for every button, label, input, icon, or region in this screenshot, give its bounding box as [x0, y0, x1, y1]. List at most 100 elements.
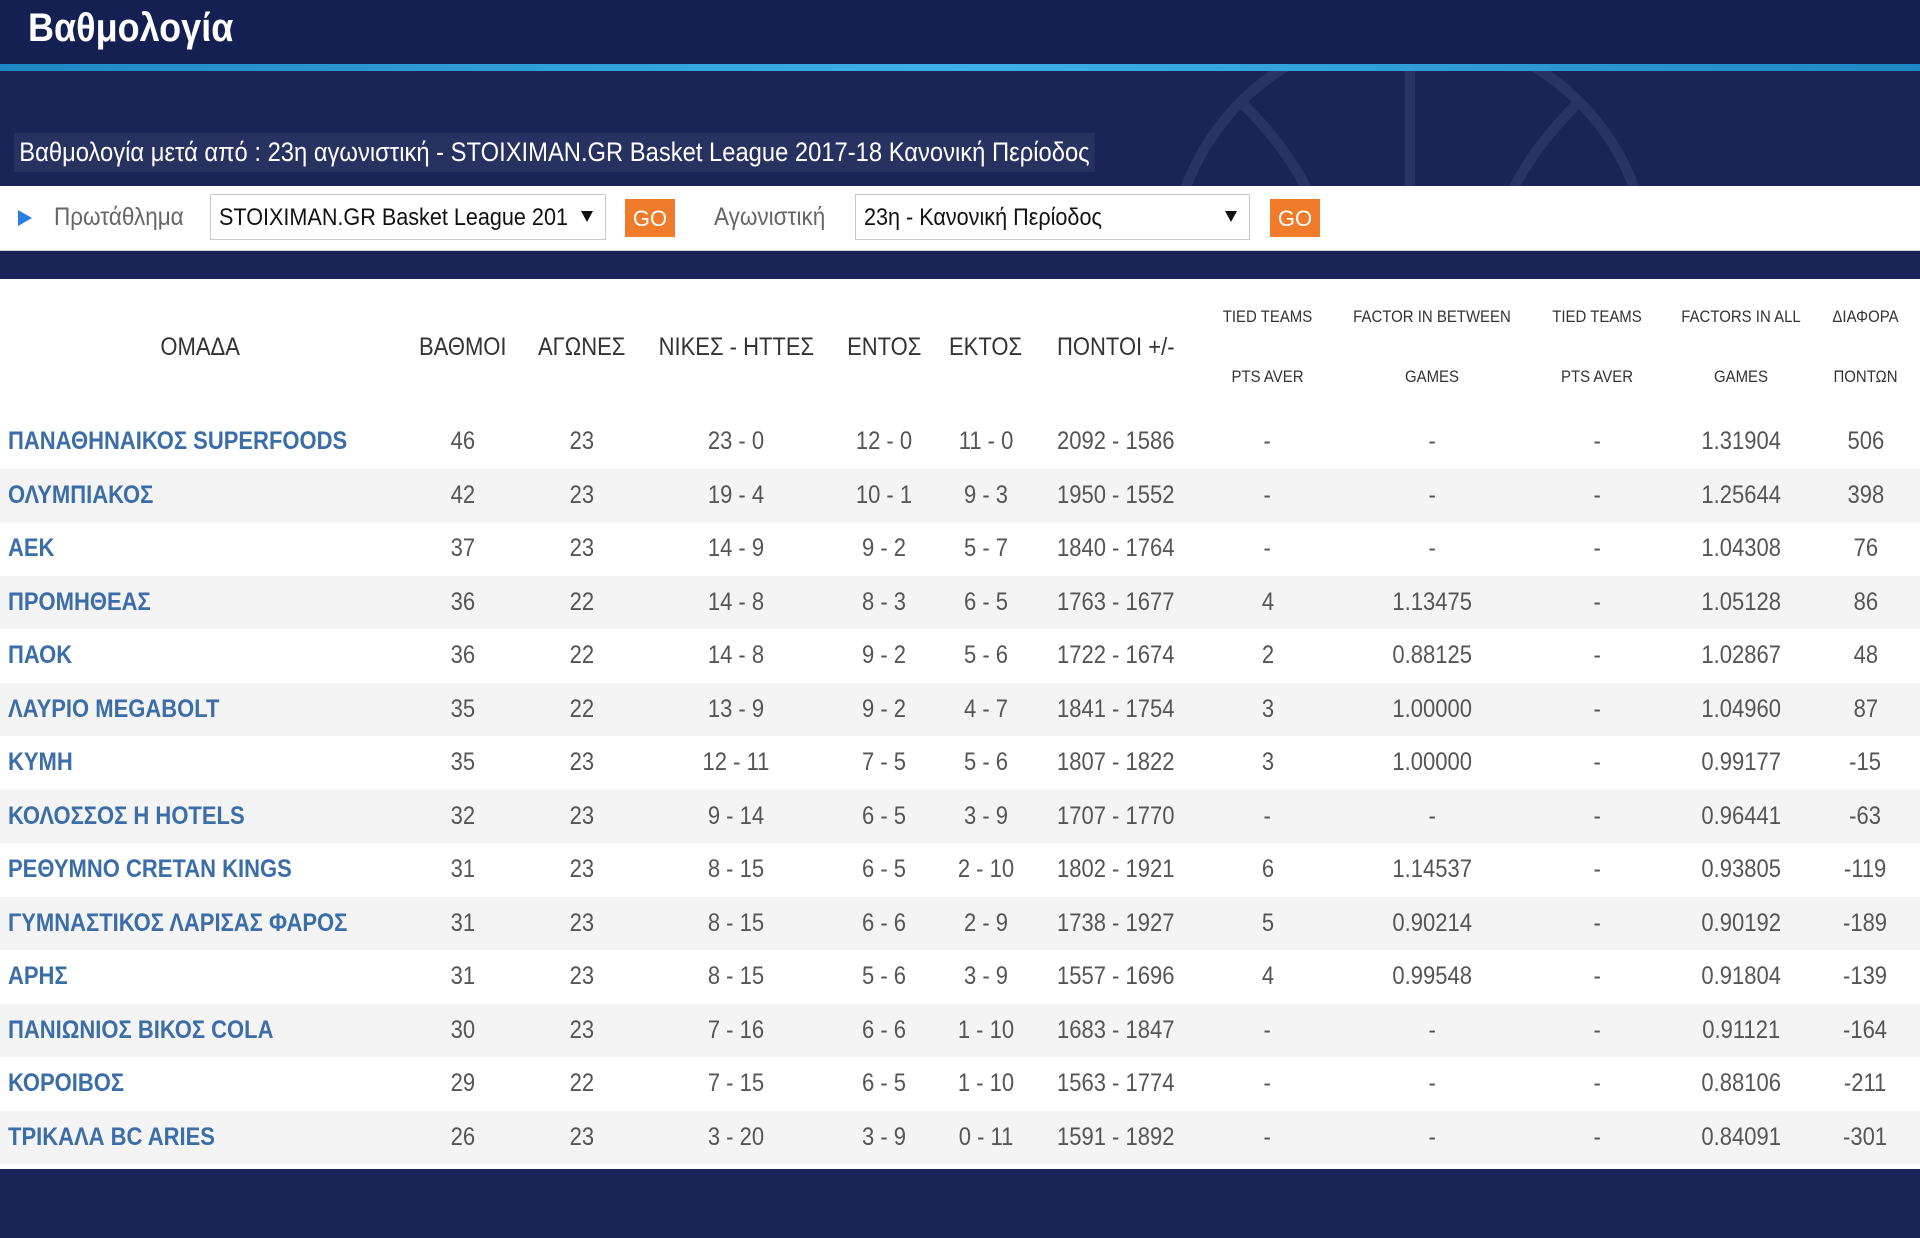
cell-value: 23	[569, 855, 595, 884]
cell-games: 22	[526, 576, 638, 630]
team-link[interactable]: ΚΥΜΗ	[8, 748, 73, 777]
col-header-team: ΟΜΑΔΑ	[160, 332, 240, 361]
cell-value: 1.00000	[1392, 694, 1472, 723]
cell-value: 2	[1261, 641, 1274, 670]
cell-games: 23	[526, 469, 638, 523]
cell-tied-teams-2: -	[1523, 522, 1671, 576]
team-link[interactable]: ΠΑΝΑΘΗΝΑΙΚΟΣ SUPERFOODS	[8, 427, 347, 456]
cell-games: 23	[526, 843, 638, 897]
cell-value: 6 - 5	[861, 1069, 907, 1098]
cell-games: 23	[526, 1004, 638, 1058]
cell-value: 13 - 9	[707, 694, 765, 723]
cell-value: 1.05128	[1701, 587, 1781, 616]
cell-away: 1 - 10	[934, 1057, 1038, 1111]
cell-value: 1.13475	[1392, 587, 1472, 616]
cell-score: 1840 - 1764	[1038, 522, 1194, 576]
cell-home: 8 - 3	[834, 576, 934, 630]
cell-value: -139	[1843, 962, 1888, 991]
cell-value: -	[1593, 480, 1601, 509]
cell-value: 23	[569, 534, 595, 563]
cell-value: 23	[569, 908, 595, 937]
cell-value: 0.91121	[1702, 1015, 1780, 1044]
cell-value: 506	[1847, 427, 1884, 456]
cell-value: 5 - 7	[963, 534, 1009, 563]
cell-away: 6 - 5	[934, 576, 1038, 630]
cell-points: 26	[400, 1111, 526, 1165]
team-link[interactable]: ΑΡΗΣ	[8, 962, 68, 991]
col-header-score: ΠΟΝΤΟΙ +/-	[1057, 332, 1175, 361]
cell-value: 1738 - 1927	[1057, 908, 1175, 937]
cell-value: 1683 - 1847	[1057, 1015, 1175, 1044]
cell-value: 1840 - 1764	[1057, 534, 1175, 563]
table-row: ΚΟΡΟΙΒΟΣ 29 22 7 - 15 6 - 5 1 - 10 1563 - 1774…	[0, 1057, 1920, 1111]
cell-value: 32	[450, 801, 476, 830]
cell-score: 1841 - 1754	[1038, 683, 1194, 737]
team-link[interactable]: ΚΟΛΟΣΣΟΣ H HOTELS	[8, 802, 245, 831]
standings-subtitle: Βαθμολογία μετά από : 23η αγωνιστική - S…	[14, 133, 1095, 172]
cell-value: 35	[450, 694, 476, 723]
round-select[interactable]: 23η - Κανονική Περίοδος	[855, 194, 1250, 240]
cell-factors-all: 0.91121	[1671, 1004, 1811, 1058]
cell-value: 9 - 2	[861, 641, 907, 670]
cell-value: 0.88125	[1392, 641, 1472, 670]
cell-factors-all: 0.90192	[1671, 897, 1811, 951]
cell-value: 3	[1261, 748, 1274, 777]
cell-factor-between: -	[1341, 522, 1523, 576]
cell-score: 1683 - 1847	[1038, 1004, 1194, 1058]
team-link[interactable]: ΡΕΘΥΜΝΟ CRETAN KINGS	[8, 855, 292, 884]
col-header-factor-between: FACTOR IN BETWEEN GAMES	[1353, 307, 1511, 386]
cell-value: 7 - 16	[707, 1015, 765, 1044]
cell-score: 1707 - 1770	[1038, 790, 1194, 844]
cell-value: 1722 - 1674	[1057, 641, 1175, 670]
championship-go-button[interactable]: GO	[625, 199, 675, 237]
team-link[interactable]: ΟΛΥΜΠΙΑΚΟΣ	[8, 481, 153, 510]
cell-factors-all: 1.25644	[1671, 469, 1811, 523]
cell-value: 35	[450, 748, 476, 777]
cell-team: ΚΟΛΟΣΣΟΣ H HOTELS	[0, 790, 400, 844]
cell-value: 3 - 9	[963, 962, 1009, 991]
cell-point-diff: -164	[1811, 1004, 1920, 1058]
cell-value: 36	[450, 587, 476, 616]
col-header-tied-teams-1: TIED TEAMS PTS AVER	[1222, 307, 1313, 386]
cell-value: -	[1593, 801, 1601, 830]
cell-score: 2092 - 1586	[1038, 415, 1194, 469]
cell-factors-all: 0.91804	[1671, 950, 1811, 1004]
team-link[interactable]: ΠΑΝΙΩΝΙΟΣ ΒΙΚΟΣ COLA	[8, 1016, 273, 1045]
cell-wins-losses: 23 - 0	[638, 415, 834, 469]
cell-away: 2 - 9	[934, 897, 1038, 951]
cell-value: 22	[569, 641, 595, 670]
separator-band	[0, 251, 1920, 279]
cell-home: 6 - 5	[834, 1057, 934, 1111]
cell-point-diff: -301	[1811, 1111, 1920, 1165]
cell-value: 6 - 5	[963, 587, 1009, 616]
cell-value: 0.90192	[1701, 908, 1781, 937]
cell-value: 5	[1261, 908, 1274, 937]
top-header: Βαθμολογία	[0, 0, 1920, 64]
cell-value: 6 - 5	[861, 855, 907, 884]
cell-away: 3 - 9	[934, 790, 1038, 844]
team-link[interactable]: ΠΑΟΚ	[8, 641, 72, 670]
team-link[interactable]: ΤΡΙΚΑΛΑ BC ARIES	[8, 1123, 215, 1152]
cell-value: -	[1263, 1122, 1272, 1151]
cell-home: 6 - 5	[834, 790, 934, 844]
round-go-button[interactable]: GO	[1270, 199, 1320, 237]
cell-value: 6	[1261, 855, 1274, 884]
team-link[interactable]: ΠΡΟΜΗΘΕΑΣ	[8, 588, 151, 617]
header-accent-line	[0, 64, 1920, 71]
cell-value: 12 - 0	[855, 427, 913, 456]
cell-value: 8 - 15	[707, 855, 765, 884]
team-link[interactable]: ΚΟΡΟΙΒΟΣ	[8, 1069, 124, 1098]
championship-select[interactable]: STOIXIMAN.GR Basket League 201	[210, 194, 606, 240]
cell-value: -	[1593, 908, 1601, 937]
team-link[interactable]: ΛΑΥΡΙΟ MEGABOLT	[8, 695, 220, 724]
cell-factors-all: 1.02867	[1671, 629, 1811, 683]
team-link[interactable]: ΓΥΜΝΑΣΤΙΚΟΣ ΛΑΡΙΣΑΣ ΦΑΡΟΣ	[8, 909, 347, 938]
cell-score: 1802 - 1921	[1038, 843, 1194, 897]
cell-value: 30	[450, 1015, 476, 1044]
cell-value: 23	[569, 801, 595, 830]
team-link[interactable]: ΑΕΚ	[8, 534, 54, 563]
cell-value: 36	[450, 641, 476, 670]
cell-value: 31	[450, 908, 476, 937]
cell-value: -	[1428, 480, 1436, 509]
cell-point-diff: 48	[1811, 629, 1920, 683]
